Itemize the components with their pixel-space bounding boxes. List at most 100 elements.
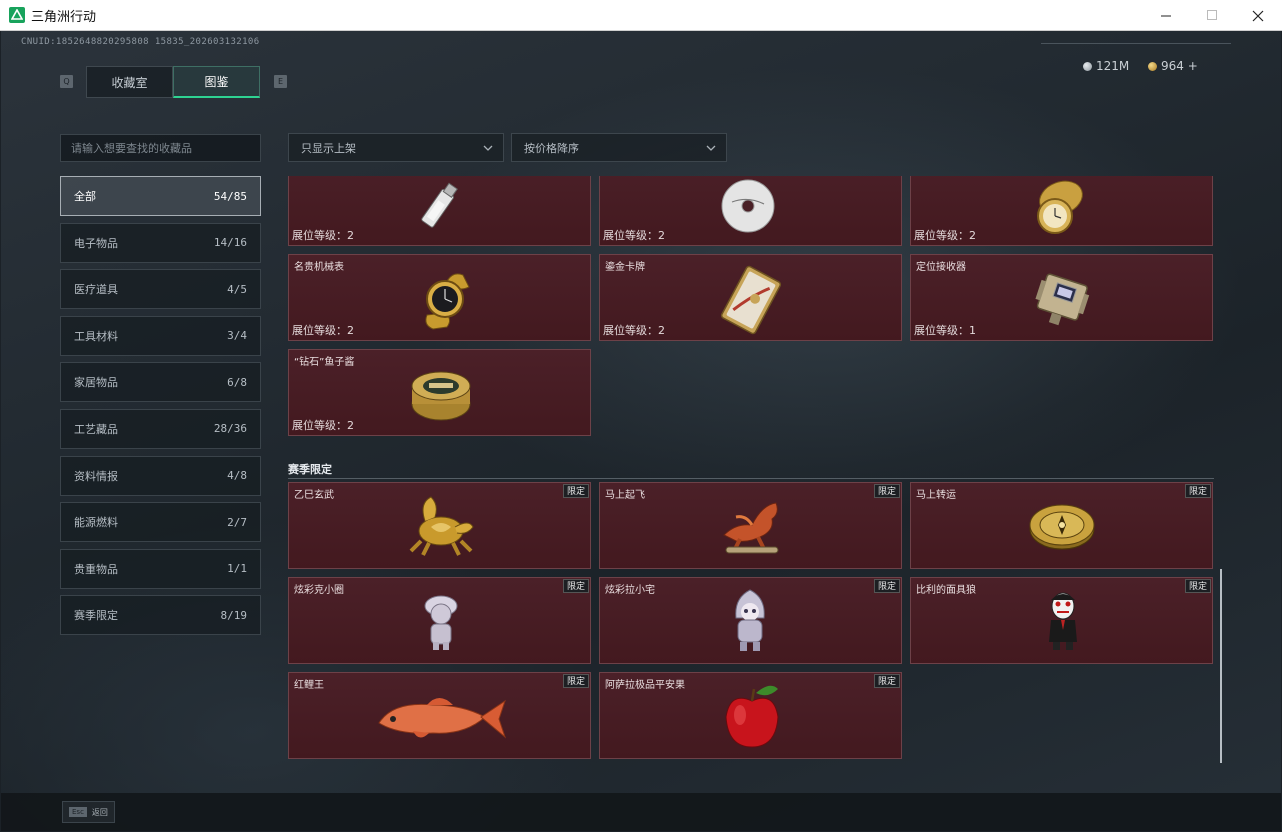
collection-card[interactable]: 鎏金卡牌 展位等级：2 — [599, 254, 902, 341]
category-count: 2/7 — [227, 515, 247, 529]
season-card[interactable]: 马上起飞 限定 — [599, 482, 902, 569]
category-count: 14/16 — [213, 236, 247, 250]
collection-grid: 展位等级：2 展位等级：2 展位等级：2 名贵机械表 展位等级：2 鎏金卡牌 展… — [288, 176, 1218, 764]
category-label: 工具材料 — [74, 329, 118, 343]
back-label: 返回 — [91, 807, 108, 817]
back-button[interactable]: Esc 返回 — [62, 801, 115, 823]
gps-receiver-icon — [1035, 273, 1090, 326]
chevron-down-icon — [483, 145, 493, 151]
category-valuables[interactable]: 贵重物品 1/1 — [60, 548, 261, 589]
esc-key-hint: Esc — [69, 807, 87, 817]
item-name: 红鲤王 — [294, 680, 324, 691]
category-label: 医疗道具 — [74, 283, 118, 297]
gold-balance[interactable]: 964 + — [1148, 59, 1198, 73]
silver-balance: 121M — [1083, 59, 1129, 73]
collection-card[interactable]: 展位等级：2 — [910, 176, 1213, 246]
window-titlebar: 三角洲行动 — [0, 0, 1282, 31]
item-name: 阿萨拉极品平安果 — [605, 680, 685, 691]
season-card[interactable]: 炫彩克小圈 限定 — [288, 577, 591, 664]
bottom-bar: Esc 返回 — [1, 793, 1281, 831]
category-count: 4/8 — [227, 469, 247, 483]
shelf-filter-dropdown[interactable]: 只显示上架 — [288, 133, 504, 162]
season-card[interactable]: 红鲤王 限定 — [288, 672, 591, 759]
season-card[interactable]: 炫彩拉小宅 限定 — [599, 577, 902, 664]
collection-card[interactable]: 展位等级：2 — [288, 176, 591, 246]
item-name: “钻石”鱼子酱 — [294, 357, 355, 368]
category-label: 电子物品 — [74, 236, 118, 250]
shelf-filter-value: 只显示上架 — [301, 141, 356, 155]
close-button[interactable] — [1235, 0, 1281, 31]
category-tools[interactable]: 工具材料 3/4 — [60, 315, 261, 356]
limited-badge: 限定 — [562, 579, 589, 593]
maximize-button[interactable] — [1189, 0, 1235, 31]
chevron-down-icon — [706, 145, 716, 151]
figurine-hooded-icon — [735, 589, 765, 651]
category-label: 赛季限定 — [74, 609, 118, 623]
category-energy[interactable]: 能源燃料 2/7 — [60, 502, 261, 543]
item-name: 鎏金卡牌 — [605, 262, 645, 273]
category-label: 能源燃料 — [74, 516, 118, 530]
booth-level: 展位等级：2 — [914, 229, 976, 242]
tab-collection-room[interactable]: 收藏室 — [86, 66, 173, 98]
item-name: 定位接收器 — [916, 262, 966, 273]
wristwatch-icon — [425, 273, 470, 330]
booth-level: 展位等级：2 — [292, 229, 354, 242]
category-label: 工艺藏品 — [74, 422, 118, 436]
collection-card[interactable]: 名贵机械表 展位等级：2 — [288, 254, 591, 341]
scrollbar[interactable] — [1220, 569, 1222, 763]
season-card[interactable]: 马上转运 限定 — [910, 482, 1213, 569]
caviar-tin-icon — [411, 371, 471, 421]
red-carp-icon — [378, 698, 507, 739]
item-name: 名贵机械表 — [294, 262, 344, 273]
section-divider — [288, 478, 1214, 479]
category-label: 贵重物品 — [74, 562, 118, 576]
booth-level: 展位等级：1 — [914, 324, 976, 337]
sort-value: 按价格降序 — [524, 141, 579, 155]
collection-card[interactable]: “钻石”鱼子酱 展位等级：2 — [288, 349, 591, 436]
booth-level: 展位等级：2 — [603, 324, 665, 337]
minimize-button[interactable] — [1143, 0, 1189, 31]
category-electronics[interactable]: 电子物品 14/16 — [60, 222, 261, 263]
window-title: 三角洲行动 — [31, 9, 97, 25]
key-hint-q: Q — [60, 75, 73, 88]
limited-badge: 限定 — [1184, 484, 1211, 498]
season-card[interactable]: 阿萨拉极品平安果 限定 — [599, 672, 902, 759]
sort-dropdown[interactable]: 按价格降序 — [511, 133, 727, 162]
category-count: 1/1 — [227, 562, 247, 576]
category-medical[interactable]: 医疗道具 4/5 — [60, 269, 261, 310]
gold-balance-value: 964 + — [1161, 59, 1198, 73]
category-intel[interactable]: 资料情报 4/8 — [60, 455, 261, 496]
collection-card[interactable]: 定位接收器 展位等级：1 — [910, 254, 1213, 341]
item-name: 比利的面具狼 — [916, 585, 976, 596]
limited-badge: 限定 — [1184, 579, 1211, 593]
gold-coin-icon — [1148, 61, 1157, 71]
item-name: 马上起飞 — [605, 490, 645, 501]
gold-compass-icon — [1029, 504, 1095, 550]
limited-badge: 限定 — [562, 484, 589, 498]
limited-badge: 限定 — [562, 674, 589, 688]
minimize-icon — [1160, 15, 1171, 17]
limited-badge: 限定 — [873, 579, 900, 593]
category-crafts[interactable]: 工艺藏品 28/36 — [60, 408, 261, 449]
category-household[interactable]: 家居物品 6/8 — [60, 362, 261, 403]
usb-drive-icon — [421, 182, 458, 228]
silver-balance-value: 121M — [1096, 59, 1130, 73]
booth-level: 展位等级：2 — [292, 419, 354, 432]
category-count: 3/4 — [227, 329, 247, 343]
season-section-title: 赛季限定 — [288, 463, 332, 476]
close-icon — [1252, 10, 1264, 21]
collection-card[interactable]: 展位等级：2 — [599, 176, 902, 246]
season-card[interactable]: 比利的面具狼 限定 — [910, 577, 1213, 664]
category-count: 28/36 — [213, 422, 247, 436]
category-count: 4/5 — [227, 282, 247, 296]
season-card[interactable]: 乙巳玄武 限定 — [288, 482, 591, 569]
search-input[interactable] — [60, 134, 261, 162]
category-label: 资料情报 — [74, 469, 118, 483]
pocket-watch-icon — [1037, 180, 1083, 234]
category-all[interactable]: 全部 54/85 — [60, 176, 261, 216]
category-season[interactable]: 赛季限定 8/19 — [60, 595, 261, 636]
limited-badge: 限定 — [873, 674, 900, 688]
user-uid: CNUID:1852648820295808 15835_20260313210… — [21, 37, 260, 47]
category-count: 6/8 — [227, 375, 247, 389]
tab-catalog[interactable]: 图鉴 — [173, 66, 260, 98]
